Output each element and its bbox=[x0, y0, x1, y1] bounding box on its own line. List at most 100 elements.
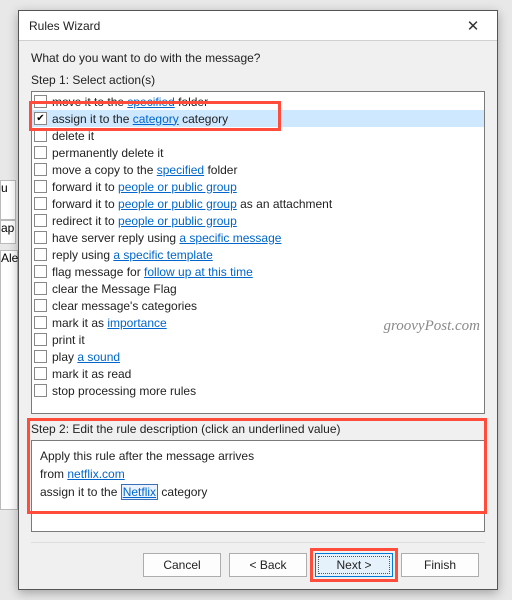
action-label: stop processing more rules bbox=[52, 384, 196, 398]
action-checkbox[interactable] bbox=[34, 163, 47, 176]
action-link[interactable]: a specific message bbox=[179, 231, 281, 245]
action-checkbox[interactable] bbox=[34, 299, 47, 312]
action-link[interactable]: follow up at this time bbox=[144, 265, 253, 279]
action-checkbox[interactable] bbox=[34, 146, 47, 159]
action-text: move a copy to the bbox=[52, 163, 157, 177]
step2-wrap: Apply this rule after the message arrive… bbox=[31, 440, 485, 532]
action-row[interactable]: clear the Message Flag bbox=[32, 280, 484, 297]
action-text: play bbox=[52, 350, 77, 364]
action-row[interactable]: move a copy to the specified folder bbox=[32, 161, 484, 178]
action-label: print it bbox=[52, 333, 85, 347]
action-text: move it to the bbox=[52, 95, 127, 109]
action-label: play a sound bbox=[52, 350, 120, 364]
action-row[interactable]: assign it to the category category bbox=[32, 110, 484, 127]
action-link[interactable]: specified bbox=[157, 163, 204, 177]
action-link[interactable]: people or public group bbox=[118, 214, 237, 228]
action-link[interactable]: a specific template bbox=[113, 248, 212, 262]
action-row[interactable]: permanently delete it bbox=[32, 144, 484, 161]
action-checkbox[interactable] bbox=[34, 384, 47, 397]
action-checkbox[interactable] bbox=[34, 95, 47, 108]
action-checkbox[interactable] bbox=[34, 197, 47, 210]
action-row[interactable]: forward it to people or public group as … bbox=[32, 195, 484, 212]
action-text: category bbox=[179, 112, 228, 126]
actions-list-wrap: move it to the specified folder assign it… bbox=[31, 91, 485, 414]
next-button[interactable]: Next > bbox=[315, 553, 393, 577]
action-row[interactable]: have server reply using a specific messa… bbox=[32, 229, 484, 246]
action-row[interactable]: forward it to people or public group bbox=[32, 178, 484, 195]
action-link[interactable]: importance bbox=[107, 316, 166, 330]
action-row[interactable]: reply using a specific template bbox=[32, 246, 484, 263]
action-text: folder bbox=[175, 95, 208, 109]
action-label: forward it to people or public group as … bbox=[52, 197, 332, 211]
action-link[interactable]: people or public group bbox=[118, 180, 237, 194]
action-row[interactable]: delete it bbox=[32, 127, 484, 144]
action-checkbox[interactable] bbox=[34, 367, 47, 380]
button-row: Cancel < Back Next > Finish bbox=[31, 542, 485, 589]
action-checkbox[interactable] bbox=[34, 333, 47, 346]
next-button-wrap: Next > bbox=[315, 553, 393, 577]
dialog-body: What do you want to do with the message?… bbox=[19, 41, 497, 589]
desc-line3: assign it to the Netflix category bbox=[40, 483, 476, 501]
rules-wizard-dialog: Rules Wizard ✕ What do you want to do wi… bbox=[18, 10, 498, 590]
action-text: forward it to bbox=[52, 180, 118, 194]
action-checkbox[interactable] bbox=[34, 316, 47, 329]
action-text: assign it to the bbox=[52, 112, 133, 126]
action-checkbox[interactable] bbox=[34, 214, 47, 227]
action-label: flag message for follow up at this time bbox=[52, 265, 253, 279]
action-text: stop processing more rules bbox=[52, 384, 196, 398]
action-link[interactable]: a sound bbox=[77, 350, 120, 364]
desc-text: category bbox=[158, 485, 207, 499]
action-checkbox[interactable] bbox=[34, 282, 47, 295]
action-row[interactable]: stop processing more rules bbox=[32, 382, 484, 399]
finish-button[interactable]: Finish bbox=[401, 553, 479, 577]
desc-from-link[interactable]: netflix.com bbox=[67, 467, 124, 481]
action-checkbox[interactable] bbox=[34, 265, 47, 278]
desc-category-link[interactable]: Netflix bbox=[121, 484, 158, 500]
action-row[interactable]: clear message's categories bbox=[32, 297, 484, 314]
desc-text: from bbox=[40, 467, 67, 481]
desc-text: assign it to the bbox=[40, 485, 121, 499]
action-link[interactable]: category bbox=[133, 112, 179, 126]
action-checkbox[interactable] bbox=[34, 112, 47, 125]
action-text: clear message's categories bbox=[52, 299, 197, 313]
action-row[interactable]: mark it as importance bbox=[32, 314, 484, 331]
cancel-button[interactable]: Cancel bbox=[143, 553, 221, 577]
action-checkbox[interactable] bbox=[34, 129, 47, 142]
back-button[interactable]: < Back bbox=[229, 553, 307, 577]
prompt-text: What do you want to do with the message? bbox=[31, 51, 485, 65]
action-label: reply using a specific template bbox=[52, 248, 213, 262]
action-label: clear message's categories bbox=[52, 299, 197, 313]
dialog-title: Rules Wizard bbox=[29, 19, 455, 33]
action-checkbox[interactable] bbox=[34, 231, 47, 244]
action-checkbox[interactable] bbox=[34, 248, 47, 261]
action-text: mark it as bbox=[52, 316, 107, 330]
action-text: print it bbox=[52, 333, 85, 347]
action-label: forward it to people or public group bbox=[52, 180, 237, 194]
action-text: folder bbox=[204, 163, 237, 177]
rule-description-box[interactable]: Apply this rule after the message arrive… bbox=[31, 440, 485, 532]
close-icon[interactable]: ✕ bbox=[455, 13, 491, 39]
action-text: as an attachment bbox=[237, 197, 332, 211]
action-label: permanently delete it bbox=[52, 146, 163, 160]
action-row[interactable]: flag message for follow up at this time bbox=[32, 263, 484, 280]
action-label: move it to the specified folder bbox=[52, 95, 208, 109]
step2-label: Step 2: Edit the rule description (click… bbox=[31, 422, 485, 436]
action-row[interactable]: print it bbox=[32, 331, 484, 348]
step1-label: Step 1: Select action(s) bbox=[31, 73, 485, 87]
action-row[interactable]: move it to the specified folder bbox=[32, 93, 484, 110]
action-checkbox[interactable] bbox=[34, 180, 47, 193]
action-link[interactable]: people or public group bbox=[118, 197, 237, 211]
action-row[interactable]: mark it as read bbox=[32, 365, 484, 382]
actions-list[interactable]: move it to the specified folder assign it… bbox=[31, 91, 485, 414]
action-text: forward it to bbox=[52, 197, 118, 211]
titlebar: Rules Wizard ✕ bbox=[19, 11, 497, 41]
action-row[interactable]: redirect it to people or public group bbox=[32, 212, 484, 229]
action-label: assign it to the category category bbox=[52, 112, 228, 126]
action-text: clear the Message Flag bbox=[52, 282, 177, 296]
action-row[interactable]: play a sound bbox=[32, 348, 484, 365]
desc-line2: from netflix.com bbox=[40, 465, 476, 483]
action-checkbox[interactable] bbox=[34, 350, 47, 363]
action-text: delete it bbox=[52, 129, 94, 143]
action-link[interactable]: specified bbox=[127, 95, 174, 109]
bg-fragment: u bbox=[0, 180, 16, 220]
